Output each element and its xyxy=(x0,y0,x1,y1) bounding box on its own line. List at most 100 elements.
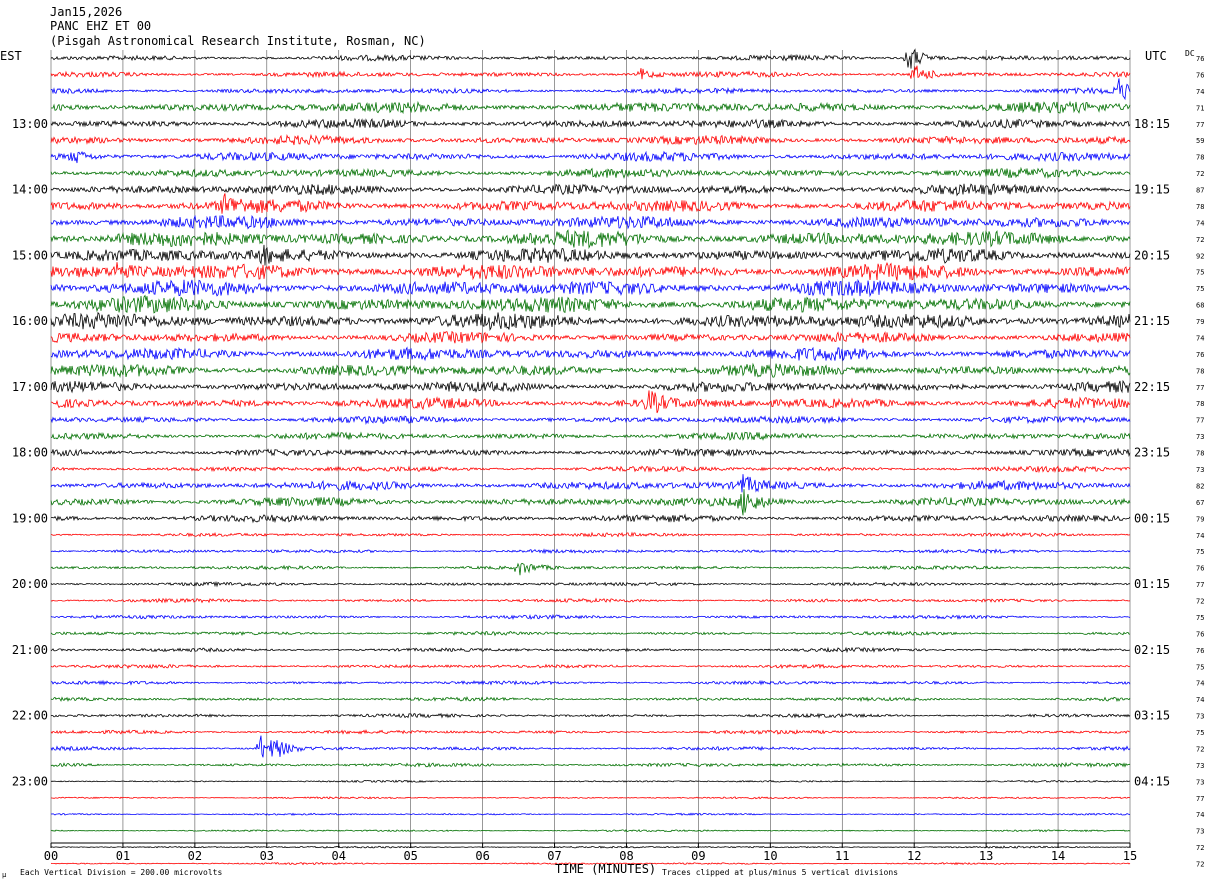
left-hour-label-2: 15:00 xyxy=(12,248,48,262)
x-tick-label-10: 10 xyxy=(763,849,777,863)
dc-value-31: 76 xyxy=(1196,565,1204,573)
dc-value-25: 73 xyxy=(1196,466,1204,474)
x-tick-label-04: 04 xyxy=(332,849,346,863)
x-tick-label-07: 07 xyxy=(547,849,561,863)
trace-39 xyxy=(50,696,1131,703)
dc-value-14: 75 xyxy=(1196,285,1204,293)
dc-value-9: 78 xyxy=(1196,203,1204,211)
left-hour-label-10: 23:00 xyxy=(12,774,48,788)
dc-value-24: 78 xyxy=(1196,450,1204,458)
right-hour-label-2: 20:15 xyxy=(1134,248,1170,262)
x-tick-label-00: 00 xyxy=(44,849,58,863)
trace-34 xyxy=(50,613,1131,620)
dc-value-10: 74 xyxy=(1196,219,1204,227)
trace-24 xyxy=(50,447,1131,458)
header-date: Jan15,2026 xyxy=(50,5,122,19)
dc-value-4: 77 xyxy=(1196,121,1204,129)
trace-11 xyxy=(50,229,1131,250)
dc-value-36: 76 xyxy=(1196,647,1204,655)
trace-26 xyxy=(50,474,1131,493)
dc-value-3: 71 xyxy=(1196,104,1204,112)
x-tick-label-12: 12 xyxy=(907,849,921,863)
trace-18 xyxy=(50,346,1131,362)
clip-note: Traces clipped at plus/minus 5 vertical … xyxy=(662,868,898,877)
trace-19 xyxy=(50,362,1131,379)
right-hour-label-4: 22:15 xyxy=(1134,380,1170,394)
dc-value-12: 92 xyxy=(1196,252,1204,260)
dc-value-5: 59 xyxy=(1196,137,1204,145)
left-hour-label-4: 17:00 xyxy=(12,380,48,394)
dc-value-17: 74 xyxy=(1196,334,1204,342)
trace-23 xyxy=(51,431,1131,441)
trace-6 xyxy=(50,150,1131,164)
trace-47 xyxy=(50,829,1131,833)
dc-value-47: 73 xyxy=(1196,828,1204,836)
trace-5 xyxy=(50,133,1131,146)
dc-value-8: 87 xyxy=(1196,187,1204,195)
dc-value-23: 73 xyxy=(1196,433,1204,441)
dc-value-46: 74 xyxy=(1196,811,1204,819)
dc-value-32: 77 xyxy=(1196,581,1204,589)
right-hour-label-8: 02:15 xyxy=(1134,643,1170,657)
trace-31 xyxy=(50,562,1131,576)
trace-10 xyxy=(50,214,1131,230)
dc-value-19: 78 xyxy=(1196,367,1204,375)
dc-value-48: 72 xyxy=(1196,844,1204,852)
dc-value-33: 72 xyxy=(1196,598,1204,606)
trace-44 xyxy=(50,779,1131,783)
trace-21 xyxy=(50,390,1131,414)
dc-value-15: 68 xyxy=(1196,302,1204,310)
dc-value-49: 72 xyxy=(1196,861,1204,869)
trace-9 xyxy=(50,193,1131,214)
left-timezone-label: EST xyxy=(0,49,22,63)
scale-note: Each Vertical Division = 200.00 microvol… xyxy=(20,868,222,877)
x-tick-label-08: 08 xyxy=(619,849,633,863)
left-hour-label-1: 14:00 xyxy=(12,183,48,197)
right-hour-label-1: 19:15 xyxy=(1134,183,1170,197)
left-hour-label-8: 21:00 xyxy=(12,643,48,657)
x-tick-label-02: 02 xyxy=(188,849,202,863)
right-hour-label-3: 21:15 xyxy=(1134,314,1170,328)
dc-offset-labels: 76 76 74 71 77 59 78 72 87 78 74 72 92 75 75 68 79 74 76 78… xyxy=(1196,55,1204,869)
right-hour-label-10: 04:15 xyxy=(1134,774,1170,788)
left-hour-label-5: 18:00 xyxy=(12,446,48,460)
header-station: PANC EHZ ET 00 xyxy=(50,19,151,33)
trace-37 xyxy=(50,663,1131,670)
dc-value-0: 76 xyxy=(1196,55,1204,63)
left-hour-label-7: 20:00 xyxy=(12,577,48,591)
time-grid xyxy=(50,50,1131,843)
trace-48 xyxy=(50,845,1131,849)
x-tick-label-03: 03 xyxy=(260,849,274,863)
trace-42 xyxy=(50,735,1131,758)
trace-0 xyxy=(50,48,1131,69)
trace-41 xyxy=(50,729,1131,735)
dc-value-6: 78 xyxy=(1196,154,1204,162)
trace-43 xyxy=(50,761,1131,769)
trace-15 xyxy=(50,294,1131,314)
trace-17 xyxy=(50,330,1131,344)
trace-22 xyxy=(50,415,1131,425)
dc-value-18: 76 xyxy=(1196,351,1204,359)
header-location: (Pisgah Astronomical Research Institute,… xyxy=(50,34,426,48)
trace-45 xyxy=(50,796,1131,800)
dc-value-38: 74 xyxy=(1196,680,1204,688)
right-hour-label-6: 00:15 xyxy=(1134,511,1170,525)
trace-33 xyxy=(50,597,1131,604)
right-timezone-label: UTC xyxy=(1145,49,1167,63)
x-axis-title: TIME (MINUTES) xyxy=(555,862,656,876)
trace-35 xyxy=(50,630,1131,637)
dc-value-37: 75 xyxy=(1196,663,1204,671)
trace-2 xyxy=(50,78,1131,101)
trace-20 xyxy=(50,379,1131,394)
left-hour-label-9: 22:00 xyxy=(12,709,48,723)
x-tick-label-14: 14 xyxy=(1051,849,1065,863)
dc-value-41: 75 xyxy=(1196,729,1204,737)
x-tick-label-01: 01 xyxy=(116,849,130,863)
seismogram-display: Jan15,2026 PANC EHZ ET 00 (Pisgah Astron… xyxy=(0,0,1210,886)
trace-36 xyxy=(50,646,1130,654)
x-tick-label-09: 09 xyxy=(691,849,705,863)
x-axis: 00 01 02 03 04 05 06 07 08 09 10 11 12 13 14 15 xyxy=(44,842,1137,863)
left-hour-label-6: 19:00 xyxy=(12,511,48,525)
trace-30 xyxy=(50,548,1131,555)
trace-4 xyxy=(50,117,1131,130)
